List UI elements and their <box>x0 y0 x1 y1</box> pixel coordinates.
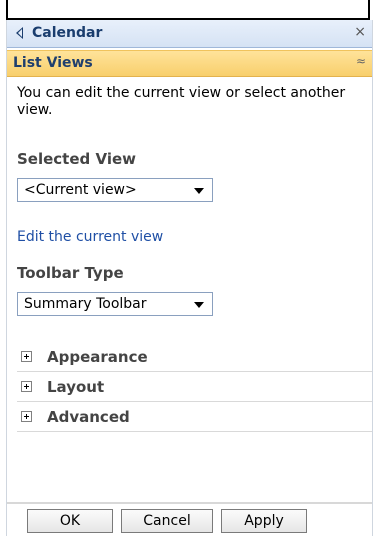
edit-current-view-link[interactable]: Edit the current view <box>17 229 163 245</box>
advanced-label: Advanced <box>47 408 130 426</box>
section-description: You can edit the current view or select … <box>17 85 346 118</box>
toolbar-type-heading: Toolbar Type <box>17 264 124 282</box>
collapse-section-icon[interactable]: ≈ <box>356 54 366 68</box>
table-cell-right <box>216 0 370 20</box>
toolbar-type-dropdown[interactable]: Summary Toolbar <box>17 292 213 316</box>
tool-pane-title: Calendar <box>32 25 103 41</box>
dropdown-arrow-icon <box>194 302 204 308</box>
tool-pane-header: Calendar × <box>7 20 372 48</box>
close-icon[interactable]: × <box>354 24 366 40</box>
dropdown-arrow-icon <box>194 188 204 194</box>
apply-button[interactable]: Apply <box>221 509 307 533</box>
ok-button[interactable]: OK <box>27 509 113 533</box>
layout-label: Layout <box>47 378 105 396</box>
web-part-tool-pane: Calendar × List Views ≈ You can edit the… <box>6 20 373 536</box>
section-header-list-views[interactable]: List Views ≈ <box>7 50 372 77</box>
selected-view-value: <Current view> <box>24 182 137 198</box>
cancel-button[interactable]: Cancel <box>121 509 213 533</box>
top-strip <box>0 0 373 20</box>
table-cell-left <box>6 0 220 20</box>
expand-icon[interactable] <box>21 381 32 392</box>
selected-view-dropdown[interactable]: <Current view> <box>17 178 213 202</box>
section-title: List Views <box>13 55 93 71</box>
expand-icon[interactable] <box>21 351 32 362</box>
advanced-section[interactable]: Advanced <box>17 402 372 432</box>
collapse-pane-icon[interactable] <box>16 27 23 39</box>
toolbar-type-value: Summary Toolbar <box>24 296 147 312</box>
appearance-label: Appearance <box>47 348 148 366</box>
footer-divider <box>7 502 372 504</box>
appearance-section[interactable]: Appearance <box>17 342 372 372</box>
expand-icon[interactable] <box>21 411 32 422</box>
selected-view-heading: Selected View <box>17 150 137 168</box>
layout-section[interactable]: Layout <box>17 372 372 402</box>
